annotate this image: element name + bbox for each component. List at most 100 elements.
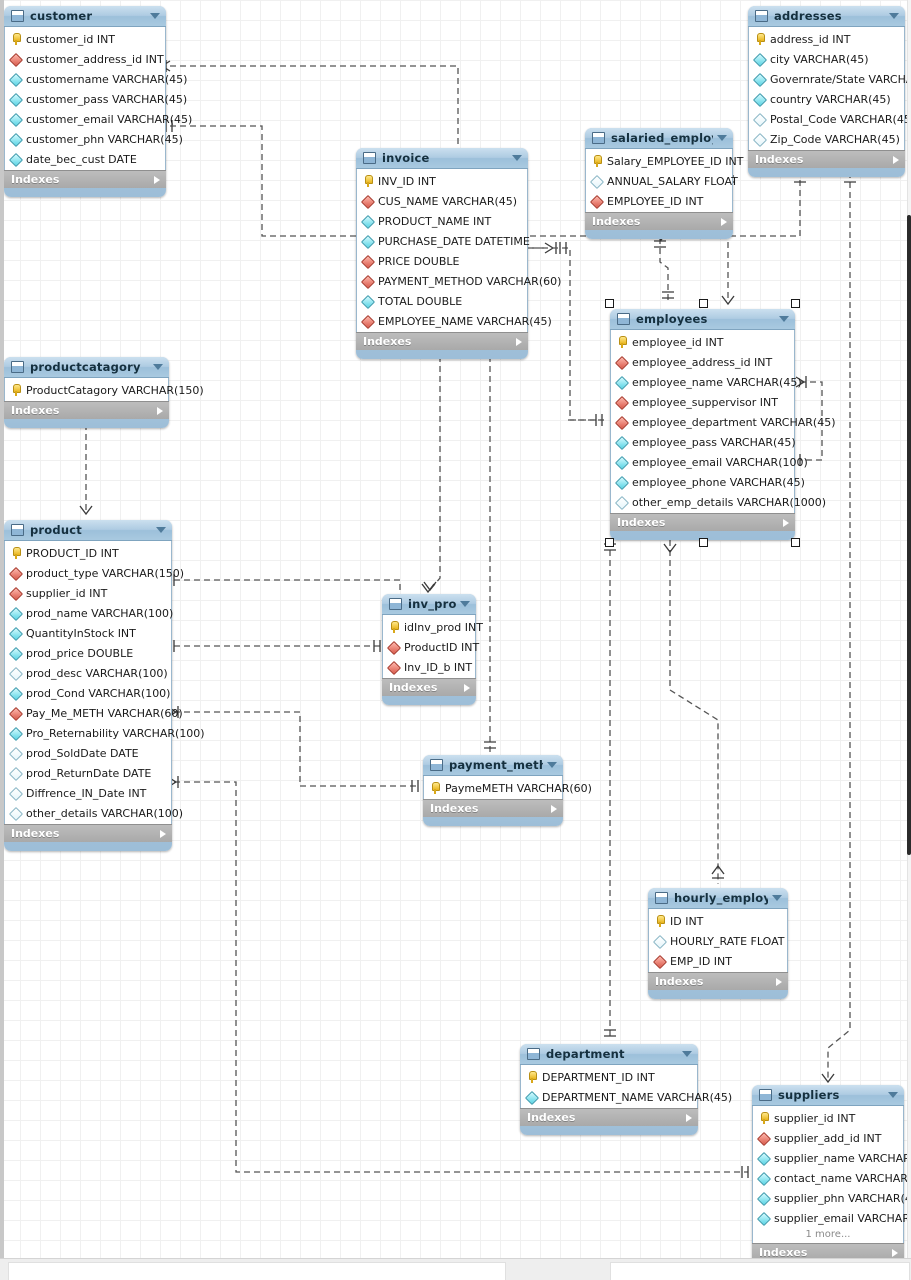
- expand-indexes-icon[interactable]: [776, 977, 782, 986]
- column-row[interactable]: supplier_add_id INT: [753, 1128, 903, 1148]
- column-row[interactable]: DEPARTMENT_NAME VARCHAR(45): [521, 1087, 732, 1107]
- column-row[interactable]: prod_price DOUBLE: [5, 643, 171, 663]
- column-row[interactable]: DEPARTMENT_ID INT: [521, 1067, 697, 1087]
- column-row[interactable]: ID INT: [649, 911, 787, 931]
- column-row[interactable]: employee_pass VARCHAR(45): [611, 432, 796, 452]
- column-row[interactable]: employee_phone VARCHAR(45): [611, 472, 805, 492]
- column-row[interactable]: contact_name VARCHAR(45): [753, 1168, 911, 1188]
- column-row[interactable]: idInv_prod INT: [383, 617, 483, 637]
- table-header-customer[interactable]: customer: [4, 6, 166, 27]
- column-row[interactable]: PURCHASE_DATE DATETIME: [357, 231, 530, 251]
- column-row[interactable]: PRODUCT_NAME INT: [357, 211, 527, 231]
- column-row[interactable]: prod_name VARCHAR(100): [5, 603, 173, 623]
- table-inv_prod[interactable]: inv_prod idInv_prod INT ProductID INT Inv_I…: [382, 594, 483, 705]
- chevron-down-icon[interactable]: [150, 13, 160, 19]
- column-row[interactable]: supplier_id INT: [5, 583, 171, 603]
- indexes-section-hourly_employee[interactable]: Indexes: [648, 972, 788, 990]
- column-row[interactable]: Zip_Code VARCHAR(45): [749, 129, 904, 149]
- column-row[interactable]: employee_email VARCHAR(100): [611, 452, 808, 472]
- chevron-down-icon[interactable]: [682, 1051, 692, 1057]
- column-row[interactable]: EMP_ID INT: [649, 951, 787, 971]
- table-payment_meth[interactable]: payment_meth PaymeMETH VARCHAR(60) Indexes: [423, 755, 592, 826]
- column-row[interactable]: country VARCHAR(45): [749, 89, 904, 109]
- chevron-down-icon[interactable]: [889, 13, 899, 19]
- column-row[interactable]: ANNUAL_SALARY FLOAT: [586, 171, 738, 191]
- vertical-scrollbar-thumb[interactable]: [907, 215, 911, 855]
- indexes-section-addresses[interactable]: Indexes: [748, 150, 905, 168]
- expand-indexes-icon[interactable]: [721, 217, 727, 226]
- bottom-panel-segment-left[interactable]: [8, 1262, 506, 1280]
- column-row[interactable]: customer_address_id INT: [5, 49, 165, 69]
- table-hourly_employee[interactable]: hourly_employee ID INT HOURLY_RATE FLOAT EM…: [648, 888, 788, 999]
- eer-diagram-canvas[interactable]: .ln { fill:none; stroke:#555; stroke-wid…: [0, 0, 911, 1280]
- chevron-down-icon[interactable]: [717, 135, 727, 141]
- column-row[interactable]: supplier_name VARCHAR(45): [753, 1148, 911, 1168]
- column-row[interactable]: EMPLOYEE_ID INT: [586, 191, 732, 211]
- expand-indexes-icon[interactable]: [157, 406, 163, 415]
- table-header-employees[interactable]: employees: [610, 309, 795, 330]
- indexes-section-salaried_employee[interactable]: Indexes: [585, 212, 733, 230]
- column-row[interactable]: prod_SoldDate DATE: [5, 743, 171, 763]
- table-employees[interactable]: employees employee_id INT employee_address…: [610, 309, 836, 540]
- column-row[interactable]: ProductID INT: [383, 637, 479, 657]
- column-row[interactable]: INV_ID INT: [357, 171, 527, 191]
- table-header-department[interactable]: department: [520, 1044, 698, 1065]
- column-row[interactable]: CUS_NAME VARCHAR(45): [357, 191, 527, 211]
- table-header-product[interactable]: product: [4, 520, 172, 541]
- indexes-section-customer[interactable]: Indexes: [4, 170, 166, 188]
- indexes-section-inv_prod[interactable]: Indexes: [382, 678, 476, 696]
- left-scrollbar-thumb[interactable]: [0, 0, 4, 1258]
- selection-handle[interactable]: [791, 538, 800, 547]
- selection-handle[interactable]: [698, 538, 708, 547]
- column-row[interactable]: Postal_Code VARCHAR(45): [749, 109, 911, 129]
- column-row[interactable]: Governrate/State VARCHAR(45): [749, 69, 911, 89]
- table-productcatagory[interactable]: productcatagory ProductCatagory VARCHAR(1…: [4, 357, 204, 428]
- column-row[interactable]: TOTAL DOUBLE: [357, 291, 527, 311]
- expand-indexes-icon[interactable]: [551, 804, 557, 813]
- column-row[interactable]: QuantityInStock INT: [5, 623, 171, 643]
- column-row[interactable]: employee_name VARCHAR(45): [611, 372, 802, 392]
- column-row[interactable]: other_details VARCHAR(100): [5, 803, 183, 823]
- expand-indexes-icon[interactable]: [516, 337, 522, 346]
- column-row[interactable]: Pro_Reternability VARCHAR(100): [5, 723, 205, 743]
- selection-handle[interactable]: [791, 299, 800, 308]
- chevron-down-icon[interactable]: [156, 527, 166, 533]
- column-row[interactable]: supplier_phn VARCHAR(45): [753, 1188, 911, 1208]
- column-row[interactable]: prod_ReturnDate DATE: [5, 763, 171, 783]
- column-row[interactable]: customer_email VARCHAR(45): [5, 109, 192, 129]
- column-row[interactable]: customername VARCHAR(45): [5, 69, 187, 89]
- column-row[interactable]: customer_pass VARCHAR(45): [5, 89, 187, 109]
- table-header-inv_prod[interactable]: inv_prod: [382, 594, 476, 615]
- table-addresses[interactable]: addresses address_id INT city VARCHAR(45) G…: [748, 6, 911, 177]
- column-row[interactable]: supplier_email VARCHAR(45): [753, 1208, 911, 1228]
- column-row[interactable]: PRICE DOUBLE: [357, 251, 527, 271]
- expand-indexes-icon[interactable]: [464, 683, 470, 692]
- table-header-addresses[interactable]: addresses: [748, 6, 905, 27]
- column-row[interactable]: Salary_EMPLOYEE_ID INT: [586, 151, 743, 171]
- table-header-productcatagory[interactable]: productcatagory: [4, 357, 169, 378]
- column-row[interactable]: HOURLY_RATE FLOAT: [649, 931, 787, 951]
- table-header-salaried_employee[interactable]: salaried_employee: [585, 128, 733, 149]
- expand-indexes-icon[interactable]: [892, 1248, 898, 1257]
- chevron-down-icon[interactable]: [512, 155, 522, 161]
- table-customer[interactable]: customer customer_id INT customer_address_…: [4, 6, 192, 197]
- table-product[interactable]: product PRODUCT_ID INT product_type VARCHA…: [4, 520, 205, 851]
- table-suppliers[interactable]: suppliers supplier_id INT supplier_add_id …: [752, 1085, 911, 1270]
- column-row[interactable]: employee_department VARCHAR(45): [611, 412, 836, 432]
- chevron-down-icon[interactable]: [772, 895, 782, 901]
- column-row[interactable]: prod_desc VARCHAR(100): [5, 663, 171, 683]
- chevron-down-icon[interactable]: [779, 316, 789, 322]
- expand-indexes-icon[interactable]: [154, 175, 160, 184]
- expand-indexes-icon[interactable]: [160, 829, 166, 838]
- chevron-down-icon[interactable]: [460, 601, 470, 607]
- column-row[interactable]: employee_address_id INT: [611, 352, 794, 372]
- column-row[interactable]: PAYMENT_METHOD VARCHAR(60): [357, 271, 561, 291]
- column-row[interactable]: prod_Cond VARCHAR(100): [5, 683, 171, 703]
- bottom-panel-segment-right[interactable]: [610, 1262, 910, 1280]
- column-row[interactable]: Inv_ID_b INT: [383, 657, 475, 677]
- selection-handle[interactable]: [698, 299, 708, 308]
- table-salaried_employee[interactable]: salaried_employee Salary_EMPLOYEE_ID INT A…: [585, 128, 743, 239]
- chevron-down-icon[interactable]: [888, 1092, 898, 1098]
- column-row[interactable]: product_type VARCHAR(150): [5, 563, 184, 583]
- column-row[interactable]: EMPLOYEE_NAME VARCHAR(45): [357, 311, 552, 331]
